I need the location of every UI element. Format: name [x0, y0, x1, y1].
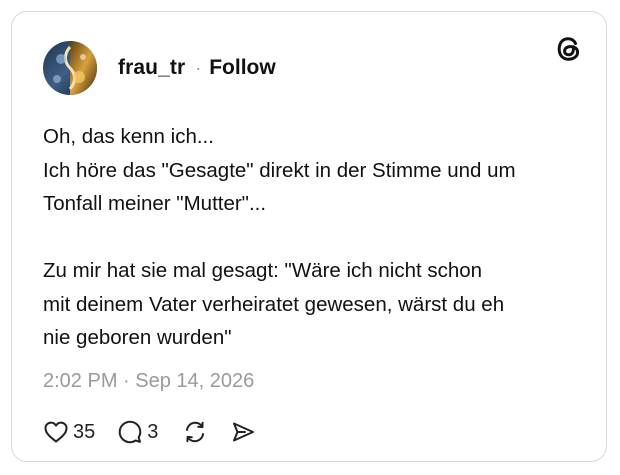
reply-button[interactable]: 3 — [117, 419, 158, 445]
like-count: 35 — [73, 420, 96, 443]
like-button[interactable]: 35 — [43, 420, 95, 444]
heart-icon — [43, 420, 69, 444]
post-text: Oh, das kenn ich... Ich höre das "Gesagt… — [43, 120, 583, 355]
comment-bubble-icon — [117, 419, 143, 445]
reply-count: 3 — [147, 420, 159, 443]
repost-button[interactable] — [182, 419, 208, 445]
threads-logo-icon[interactable] — [554, 34, 584, 64]
post-line: Zu mir hat sie mal gesagt: "Wäre ich nic… — [43, 259, 483, 282]
post-line: nie geboren wurden" — [43, 326, 232, 349]
avatar[interactable] — [43, 41, 97, 95]
post-header: frau_tr · Follow — [43, 40, 276, 96]
post-line: Ich höre das "Gesagte" direkt in der Sti… — [43, 158, 516, 182]
post-line: Tonfall meiner "Mutter"... — [43, 192, 267, 215]
send-icon — [230, 419, 256, 445]
separator-dot: · — [195, 57, 202, 78]
username[interactable]: frau_tr — [118, 56, 185, 80]
post-line: mit deinem Vater verheiratet gewesen, wä… — [43, 292, 505, 316]
repost-icon — [182, 419, 208, 445]
post-card: frau_tr · Follow Oh, das kenn ich... Ich… — [11, 11, 607, 462]
action-bar: 35 3 — [43, 414, 256, 450]
post-line: Oh, das kenn ich... — [43, 125, 214, 148]
share-button[interactable] — [230, 419, 256, 445]
post-timestamp[interactable]: 2:02 PM · Sep 14, 2026 — [43, 370, 254, 393]
follow-button[interactable]: Follow — [209, 56, 276, 80]
